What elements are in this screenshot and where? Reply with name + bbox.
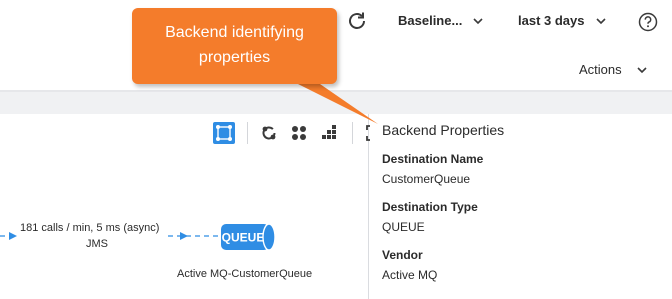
property-value: QUEUE <box>382 220 425 234</box>
edge-protocol-label: JMS <box>86 238 108 250</box>
grid-icon[interactable] <box>288 122 310 144</box>
toolbar-separator <box>247 122 248 144</box>
help-icon[interactable] <box>638 12 658 32</box>
node-label: Active MQ-CustomerQueue <box>177 268 313 280</box>
time-range-label: last 3 days <box>518 13 585 28</box>
actions-menu[interactable]: Actions <box>579 62 648 77</box>
property-value: Active MQ <box>382 268 438 282</box>
flow-map-panel: 181 calls / min, 5 ms (async) JMS QUEUE … <box>0 114 382 299</box>
top-bar: Baseline... last 3 days Actions <box>0 0 672 92</box>
actions-label: Actions <box>579 62 622 77</box>
queue-badge-text: QUEUE <box>222 231 265 245</box>
chevron-down-icon <box>595 17 606 24</box>
chevron-down-icon <box>473 17 483 24</box>
map-toolbar <box>213 122 393 144</box>
refresh-icon[interactable] <box>346 10 368 32</box>
recenter-icon[interactable] <box>258 122 280 144</box>
property-name: Vendor <box>382 248 423 262</box>
time-range-dropdown[interactable]: last 3 days <box>518 13 607 28</box>
queue-icon: QUEUE <box>221 223 276 251</box>
edge-metrics-label: 181 calls / min, 5 ms (async) <box>20 222 160 234</box>
baseline-dropdown-label: Baseline... <box>398 13 463 28</box>
section-divider <box>0 90 672 114</box>
queue-node[interactable]: QUEUE <box>221 223 277 251</box>
chevron-down-icon <box>637 66 647 73</box>
property-name: Destination Type <box>382 200 478 214</box>
property-value: CustomerQueue <box>382 172 471 186</box>
backend-properties-panel: Backend Properties Destination Name Cust… <box>370 114 672 299</box>
property-name: Destination Name <box>382 152 484 166</box>
toolbar-separator <box>352 122 353 144</box>
layout-icon[interactable] <box>318 122 340 144</box>
focus-icon[interactable] <box>213 122 235 144</box>
panel-title: Backend Properties <box>382 122 505 138</box>
baseline-dropdown[interactable]: Baseline... <box>398 13 484 28</box>
